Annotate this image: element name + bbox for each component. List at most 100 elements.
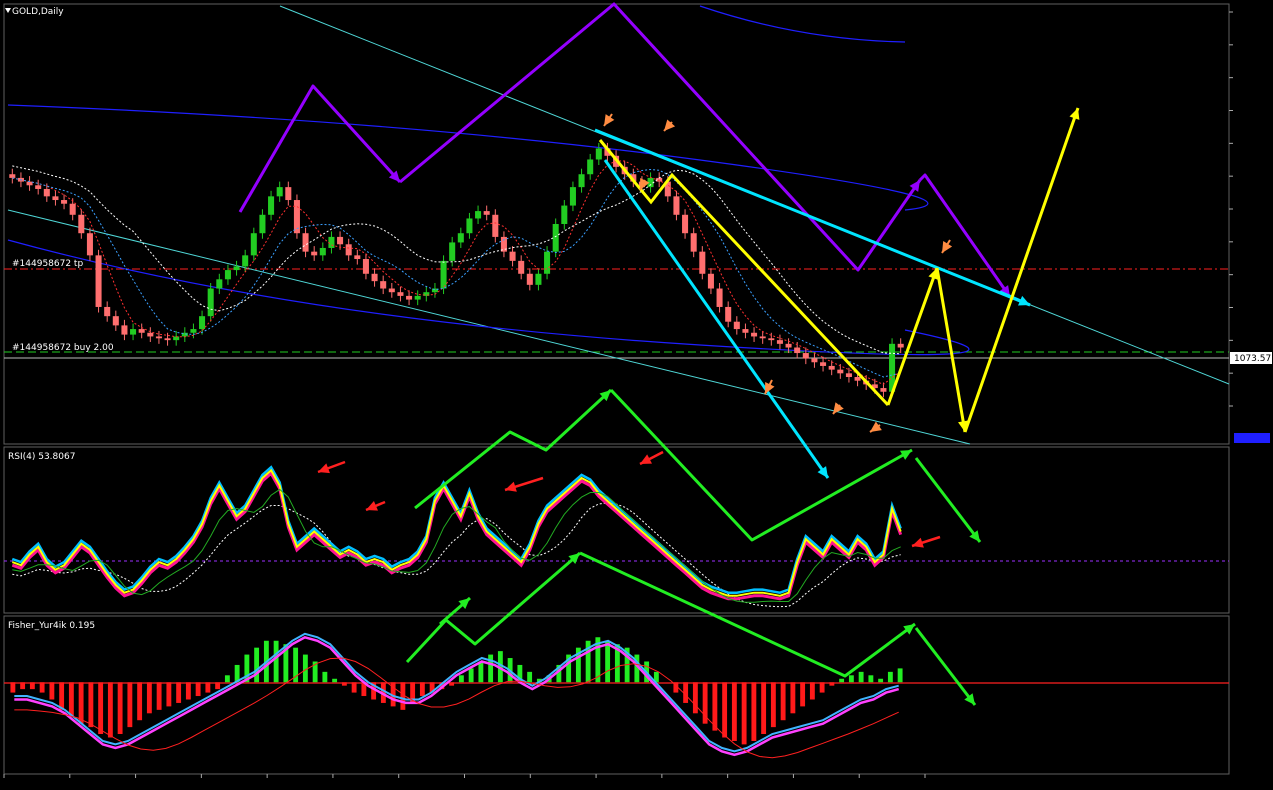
candle-body <box>440 260 447 289</box>
candle-body <box>449 242 456 261</box>
candle-body <box>362 259 369 274</box>
candle-body <box>250 233 257 256</box>
candle-body <box>526 273 533 285</box>
green-arrow-fisher-a <box>405 551 581 664</box>
drawing-overlays <box>238 2 1080 706</box>
candle-body <box>216 279 223 289</box>
candle-body <box>759 336 766 339</box>
candle-body <box>268 196 275 215</box>
candle-body <box>414 295 421 300</box>
candle-body <box>388 288 395 293</box>
candle-body <box>595 148 602 160</box>
ma-white-dotted <box>12 165 901 355</box>
candle-body <box>742 329 749 333</box>
main-panel-frame <box>3 3 1230 445</box>
candle-body <box>707 273 714 289</box>
rsi-title: RSI(4) 53.8067 <box>8 452 75 462</box>
candle-body <box>569 187 576 206</box>
yellow-arrow-up-2 <box>963 107 1080 433</box>
candle-body <box>897 343 904 348</box>
candle-body <box>673 196 680 215</box>
candle-body <box>733 321 740 330</box>
chart-title: GOLD,Daily <box>12 7 64 17</box>
candle-body <box>345 244 352 256</box>
candle-body <box>26 181 33 186</box>
candle-body <box>328 236 335 248</box>
candle-body <box>164 338 171 341</box>
candle-body <box>354 255 361 260</box>
fisher-title: Fisher_Yur4ik 0.195 <box>8 621 95 631</box>
candle-body <box>544 251 551 274</box>
candle-body <box>380 281 387 289</box>
candle-body <box>147 332 154 337</box>
candle-body <box>802 353 809 359</box>
candle-body <box>785 343 792 348</box>
rsi-line-pink <box>11 471 903 601</box>
green-arrow-rsi-mid <box>609 388 913 542</box>
candle-body <box>190 329 197 333</box>
candle-body <box>95 255 102 307</box>
candle-body <box>699 251 706 274</box>
candle-body <box>233 266 240 271</box>
candle-body <box>475 211 482 219</box>
candle-body <box>371 273 378 282</box>
candle-body <box>43 188 50 197</box>
orange-marker-arrow-head <box>664 119 676 131</box>
ma-red-dotted <box>12 160 902 385</box>
candle-body <box>690 233 697 252</box>
buy-order-label[interactable]: #144958672 buy 2.00 <box>12 343 114 353</box>
candle-body <box>78 214 85 234</box>
candle-body <box>242 255 249 267</box>
candle-body <box>207 288 214 317</box>
candle-body <box>768 338 775 341</box>
yellow-arrow-up-2-head <box>1069 108 1080 120</box>
candle-body <box>130 329 137 335</box>
candle-body <box>716 288 723 307</box>
main-price-panel[interactable] <box>4 5 1230 445</box>
rsi-panel[interactable] <box>4 465 1229 608</box>
ma-blue-top <box>699 5 906 43</box>
fisher-panel[interactable] <box>4 632 1229 759</box>
candle-body <box>492 214 499 237</box>
candle-body <box>35 185 42 189</box>
candle-body <box>552 224 559 252</box>
chart-title-dropdown-icon[interactable] <box>5 8 11 13</box>
candle-body <box>138 329 145 333</box>
candle-body <box>224 270 231 280</box>
candle-body <box>302 233 309 252</box>
trading-chart[interactable]: GOLD,Daily RSI(4) 53.8067 Fisher_Yur4ik … <box>0 0 1273 790</box>
candle-body <box>121 325 128 335</box>
candle-body <box>587 159 594 175</box>
candle-body <box>397 292 404 296</box>
candle-body <box>828 365 835 370</box>
candle-body <box>9 174 16 178</box>
candle-body <box>837 369 844 374</box>
candle-body <box>285 187 292 201</box>
candle-body <box>319 247 326 256</box>
bottom-price-tag <box>1234 433 1270 443</box>
red-marker-arrow-head <box>912 537 924 548</box>
current-price-value: 1073.57 <box>1234 354 1271 364</box>
candle-body <box>880 388 887 392</box>
candle-body <box>518 260 525 274</box>
candle-body <box>535 273 542 285</box>
rsi-panel-frame <box>3 446 1230 614</box>
purple-arrow-1 <box>238 84 402 213</box>
candle-body <box>845 373 852 378</box>
cyan-resistance-line <box>594 128 1031 307</box>
candle-body <box>561 205 568 224</box>
tp-order-label[interactable]: #144958672 tp <box>12 259 83 269</box>
red-marker-arrow-head <box>505 481 517 492</box>
yellow-arrow-down <box>935 267 967 433</box>
candle-body <box>682 214 689 234</box>
candle-body <box>86 233 93 256</box>
yellow-arrow-up-1 <box>886 267 939 406</box>
candle-body <box>259 214 266 234</box>
orange-marker-arrow-head <box>942 241 953 253</box>
green-arrow-fisher-down <box>914 627 977 706</box>
green-arrow-rsi-down <box>914 457 982 543</box>
candle-body <box>509 251 516 261</box>
candle-body <box>776 340 783 344</box>
candle-body <box>104 306 111 317</box>
candle-body <box>52 196 59 201</box>
